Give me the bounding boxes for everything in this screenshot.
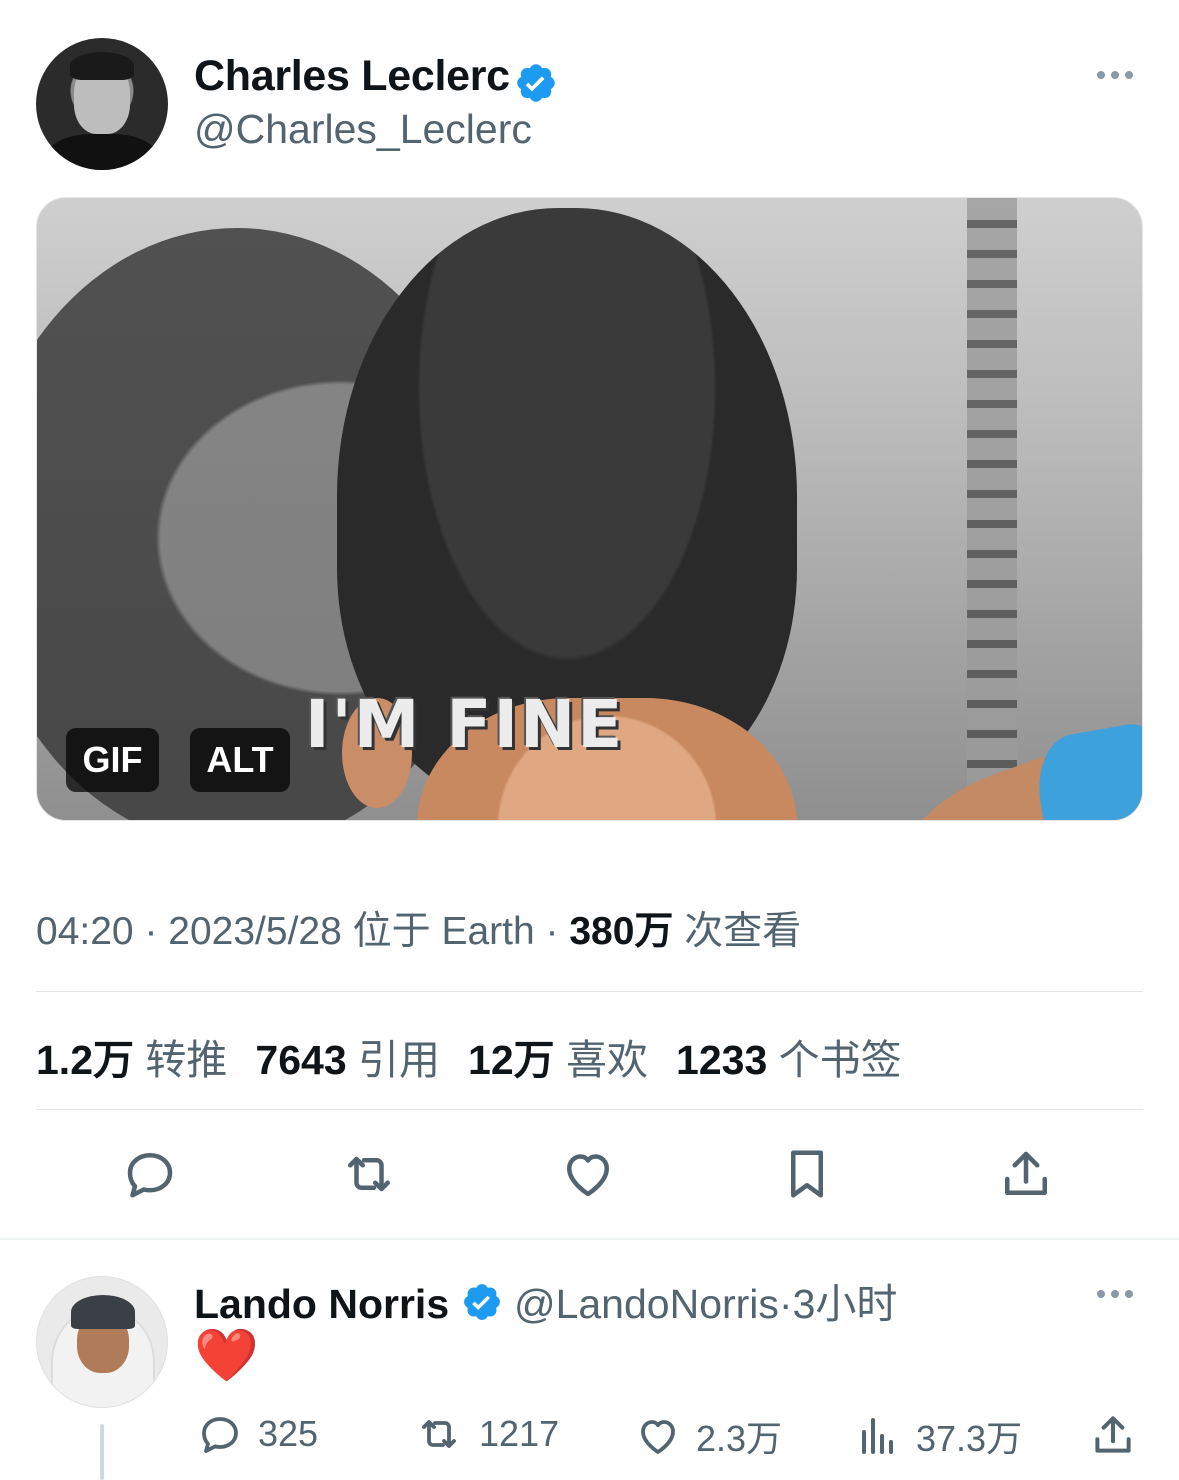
retweet-icon xyxy=(422,1420,456,1448)
section-divider xyxy=(0,1238,1179,1240)
retweet-stat[interactable]: 1.2万 转推 xyxy=(36,1026,227,1086)
reply-icon[interactable] xyxy=(118,1142,182,1206)
reply-text: ❤️ xyxy=(194,1320,259,1392)
divider xyxy=(36,1109,1143,1110)
share-icon[interactable] xyxy=(994,1142,1058,1206)
stat-label: 转推 xyxy=(145,1037,228,1083)
like-stat[interactable]: 12万 喜欢 xyxy=(468,1026,648,1086)
tweet-date[interactable]: 2023/5/28 xyxy=(168,910,342,953)
tweet-location: 位于 Earth xyxy=(341,910,535,953)
verified-badge-icon xyxy=(514,61,558,110)
stat-value: 1.2万 xyxy=(36,1037,134,1083)
tweet-time[interactable]: 04:20 xyxy=(36,910,134,953)
gif-caption: I'M FINE xyxy=(305,686,625,763)
view-count: 37.3万 xyxy=(916,1418,1023,1459)
divider xyxy=(36,991,1143,992)
heart-emoji: ❤️ xyxy=(194,1326,259,1386)
reply-author-avatar[interactable] xyxy=(36,1276,168,1408)
separator: · xyxy=(778,1281,793,1327)
view-count: 380万 xyxy=(569,910,674,953)
bookmark-stat[interactable]: 1233 个书签 xyxy=(676,1026,902,1086)
stat-label: 喜欢 xyxy=(566,1037,649,1083)
separator: · xyxy=(534,910,570,953)
reply-time[interactable]: 3小时 xyxy=(793,1281,898,1327)
stat-label: 个书签 xyxy=(778,1037,902,1083)
gif-badge: GIF xyxy=(66,728,159,792)
view-label: 次查看 xyxy=(673,910,802,953)
retweet-icon[interactable] xyxy=(337,1142,401,1206)
reply-icon xyxy=(202,1417,238,1453)
reply-retweet-button[interactable]: 1217 xyxy=(413,1410,559,1458)
reply-count: 325 xyxy=(258,1413,319,1454)
reply-like-button[interactable]: 2.3万 xyxy=(634,1410,782,1462)
author-name-row[interactable]: Charles Leclerc xyxy=(194,52,558,110)
bookmark-icon[interactable] xyxy=(775,1142,839,1206)
author-name[interactable]: Charles Leclerc xyxy=(194,52,510,100)
reply-share-button[interactable] xyxy=(1088,1410,1138,1460)
tweet-action-bar xyxy=(0,1142,1179,1212)
tweet-meta: 04:20 · 2023/5/28 位于 Earth · 380万 次查看 xyxy=(36,900,801,956)
tweet-stats: 1.2万 转推 7643 引用 12万 喜欢 1233 个书签 xyxy=(36,1026,902,1086)
reply-reply-button[interactable]: 325 xyxy=(196,1410,318,1458)
author-handle[interactable]: @Charles_Leclerc xyxy=(194,106,532,153)
reply-author-handle[interactable]: @LandoNorris xyxy=(514,1281,779,1327)
views-icon xyxy=(862,1418,893,1454)
tweet-media-gif[interactable]: I'M FINE GIF ALT xyxy=(36,197,1143,821)
like-icon xyxy=(641,1420,675,1454)
stat-value: 7643 xyxy=(255,1037,347,1083)
author-avatar[interactable] xyxy=(36,38,168,170)
alt-text-button[interactable]: ALT xyxy=(190,728,290,792)
retweet-count: 1217 xyxy=(479,1413,560,1454)
like-icon[interactable] xyxy=(556,1142,620,1206)
reply-more-options-icon[interactable] xyxy=(1097,1290,1133,1298)
quote-stat[interactable]: 7643 引用 xyxy=(255,1026,440,1086)
stat-label: 引用 xyxy=(358,1037,441,1083)
share-icon xyxy=(1095,1416,1131,1453)
more-options-icon[interactable] xyxy=(1097,71,1133,79)
verified-badge-icon xyxy=(461,1281,503,1333)
separator: · xyxy=(133,910,169,953)
stat-value: 1233 xyxy=(676,1037,768,1083)
like-count: 2.3万 xyxy=(696,1418,783,1459)
reply-views-button[interactable]: 37.3万 xyxy=(854,1410,1022,1462)
reply-action-bar: 325 1217 2.3万 37.3万 xyxy=(0,1410,1179,1460)
stat-value: 12万 xyxy=(468,1037,555,1083)
reply-header: Lando Norris @LandoNorris·3小时 xyxy=(194,1270,897,1333)
